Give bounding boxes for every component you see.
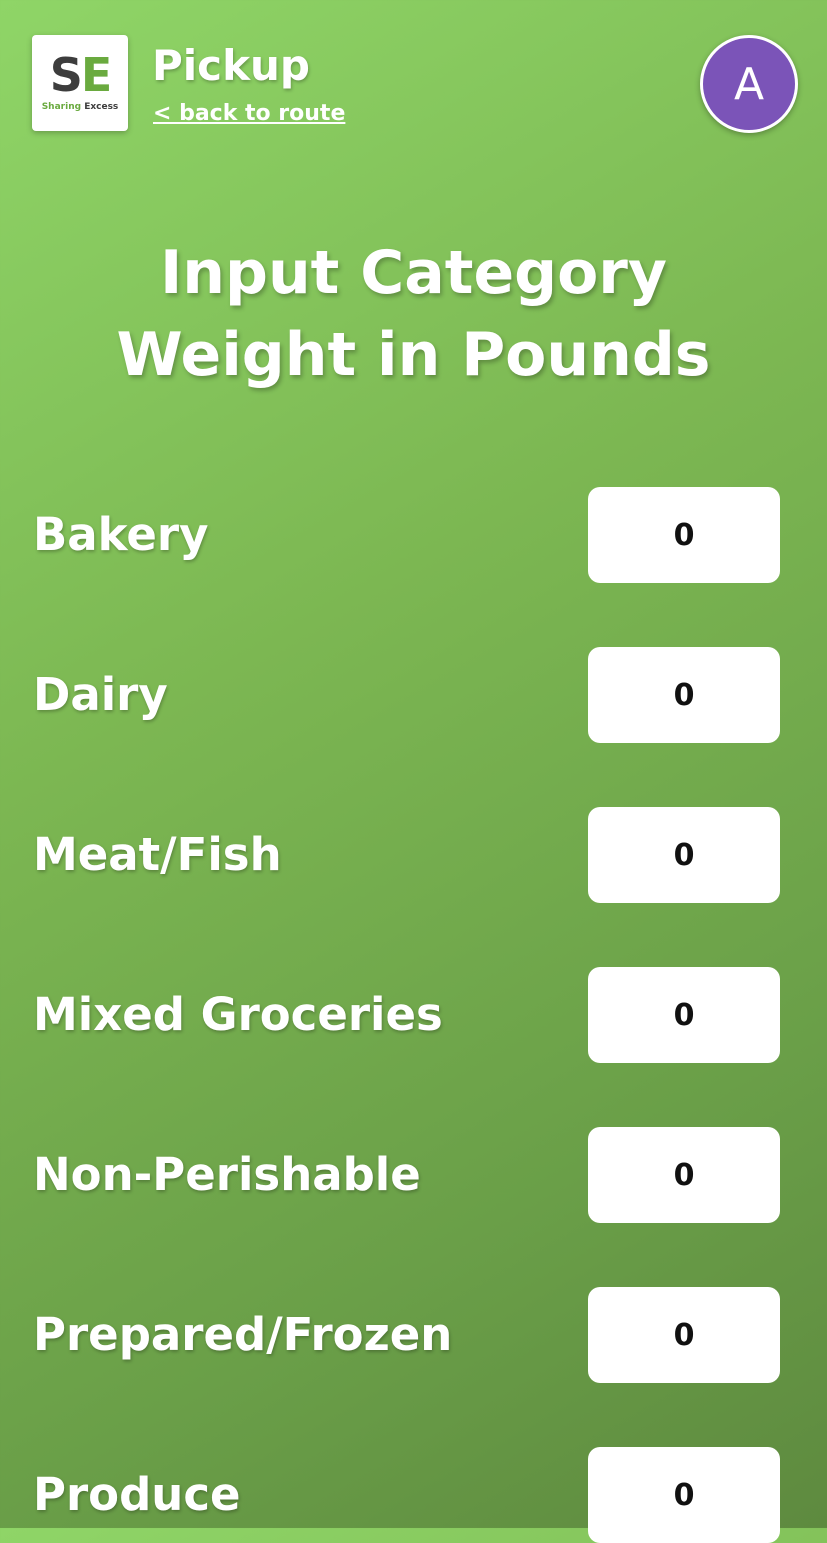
user-avatar[interactable]: A — [700, 35, 798, 133]
category-label: Dairy — [33, 668, 168, 721]
category-label: Non-Perishable — [33, 1148, 421, 1201]
bakery-weight-input[interactable] — [588, 487, 780, 583]
input-heading-line-1: Input Category — [159, 238, 668, 308]
produce-weight-input[interactable] — [588, 1447, 780, 1543]
category-row-dairy: Dairy — [0, 647, 827, 743]
input-heading-line-2: Weight in Pounds — [116, 320, 711, 390]
category-row-mixed-groceries: Mixed Groceries — [0, 967, 827, 1063]
mixed-groceries-weight-input[interactable] — [588, 967, 780, 1063]
category-row-prepared-frozen: Prepared/Frozen — [0, 1287, 827, 1383]
category-label: Meat/Fish — [33, 828, 282, 881]
logo-mark: SE — [49, 48, 113, 102]
non-perishable-weight-input[interactable] — [588, 1127, 780, 1223]
page-title: Pickup — [152, 41, 310, 90]
category-label: Mixed Groceries — [33, 988, 443, 1041]
category-label: Prepared/Frozen — [33, 1308, 453, 1361]
prepared-frozen-weight-input[interactable] — [588, 1287, 780, 1383]
category-label: Bakery — [33, 508, 209, 561]
input-heading: Input Category Weight in Pounds — [0, 232, 827, 396]
category-label: Produce — [33, 1468, 241, 1521]
back-to-route-link[interactable]: < back to route — [153, 99, 345, 129]
dairy-weight-input[interactable] — [588, 647, 780, 743]
meat-fish-weight-input[interactable] — [588, 807, 780, 903]
category-row-meat-fish: Meat/Fish — [0, 807, 827, 903]
category-row-produce: Produce — [0, 1447, 827, 1543]
sharing-excess-logo: SE Sharing Excess — [32, 35, 128, 131]
category-row-bakery: Bakery — [0, 487, 827, 583]
category-row-non-perishable: Non-Perishable — [0, 1127, 827, 1223]
logo-tagline: Sharing Excess — [41, 102, 119, 112]
